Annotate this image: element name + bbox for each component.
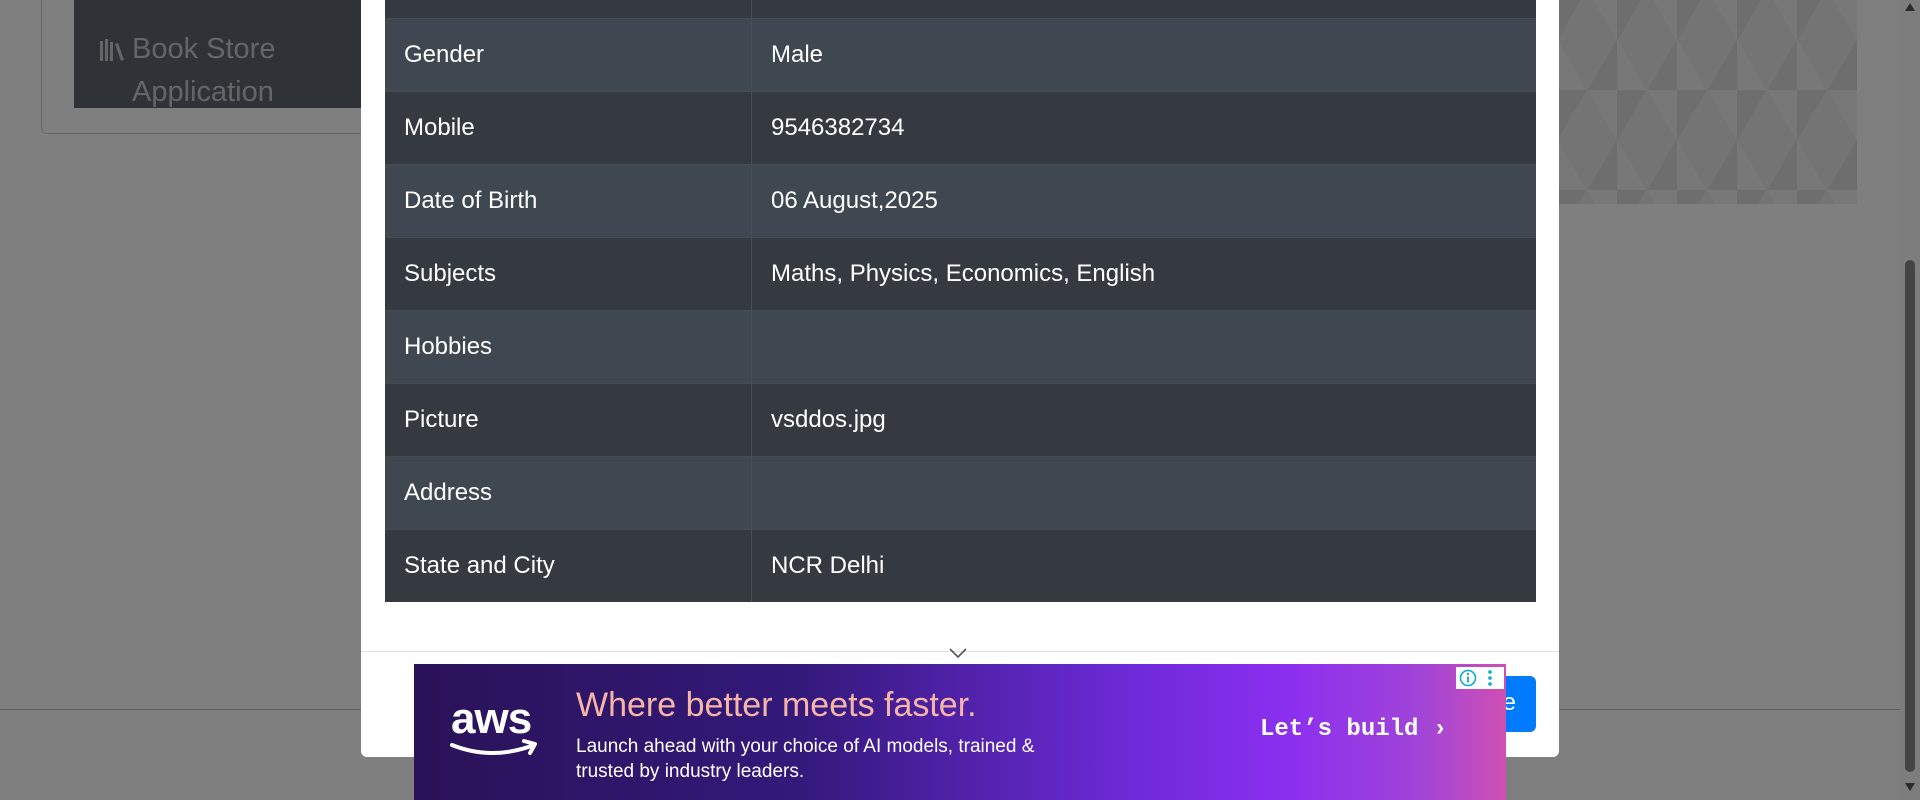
scrollbar-thumb[interactable] <box>1905 260 1915 772</box>
ad-banner[interactable]: aws Where better meets faster. Launch ah… <box>414 664 1506 800</box>
table-row: Subjects Maths, Physics, Economics, Engl… <box>385 237 1536 311</box>
scroll-down-arrow-icon[interactable] <box>1905 783 1915 791</box>
row-label: Date of Birth <box>385 164 752 238</box>
scroll-up-arrow-icon[interactable] <box>1905 3 1915 11</box>
row-label: Address <box>385 456 752 530</box>
info-icon[interactable] <box>1459 669 1477 687</box>
row-label: State and City <box>385 529 752 602</box>
row-label: Mobile <box>385 91 752 165</box>
row-value: Maths, Physics, Economics, English <box>751 237 1536 311</box>
row-value: Male <box>751 18 1536 92</box>
chevron-down-icon[interactable] <box>948 646 968 660</box>
row-label: Hobbies <box>385 310 752 384</box>
table-row: Hobbies <box>385 310 1536 384</box>
ad-headline: Where better meets faster. <box>576 686 977 724</box>
submission-details-table: Gender Male Mobile 9546382734 Date of Bi… <box>385 0 1536 602</box>
row-label: Gender <box>385 18 752 92</box>
row-value <box>751 0 1536 19</box>
ad-subtext: Launch ahead with your choice of AI mode… <box>576 736 1035 782</box>
row-label <box>385 0 752 19</box>
row-value <box>751 310 1536 384</box>
row-value: vsddos.jpg <box>751 383 1536 457</box>
aws-logo-icon <box>450 739 537 755</box>
ad-cta-link[interactable]: Let’s build › <box>1260 716 1447 743</box>
vertical-scrollbar[interactable] <box>1900 0 1920 800</box>
submission-modal: Gender Male Mobile 9546382734 Date of Bi… <box>361 0 1559 757</box>
table-row: Mobile 9546382734 <box>385 91 1536 165</box>
row-value: 06 August,2025 <box>751 164 1536 238</box>
ad-choices[interactable] <box>1456 667 1504 689</box>
table-row: State and City NCR Delhi <box>385 529 1536 602</box>
table-row: Address <box>385 456 1536 530</box>
row-value: NCR Delhi <box>751 529 1536 602</box>
row-value <box>751 456 1536 530</box>
row-value: 9546382734 <box>751 91 1536 165</box>
table-row: Date of Birth 06 August,2025 <box>385 164 1536 238</box>
kebab-menu-icon[interactable] <box>1485 669 1495 687</box>
table-row: Picture vsddos.jpg <box>385 383 1536 457</box>
row-label: Subjects <box>385 237 752 311</box>
table-row: Gender Male <box>385 18 1536 92</box>
table-row <box>385 0 1536 19</box>
row-label: Picture <box>385 383 752 457</box>
